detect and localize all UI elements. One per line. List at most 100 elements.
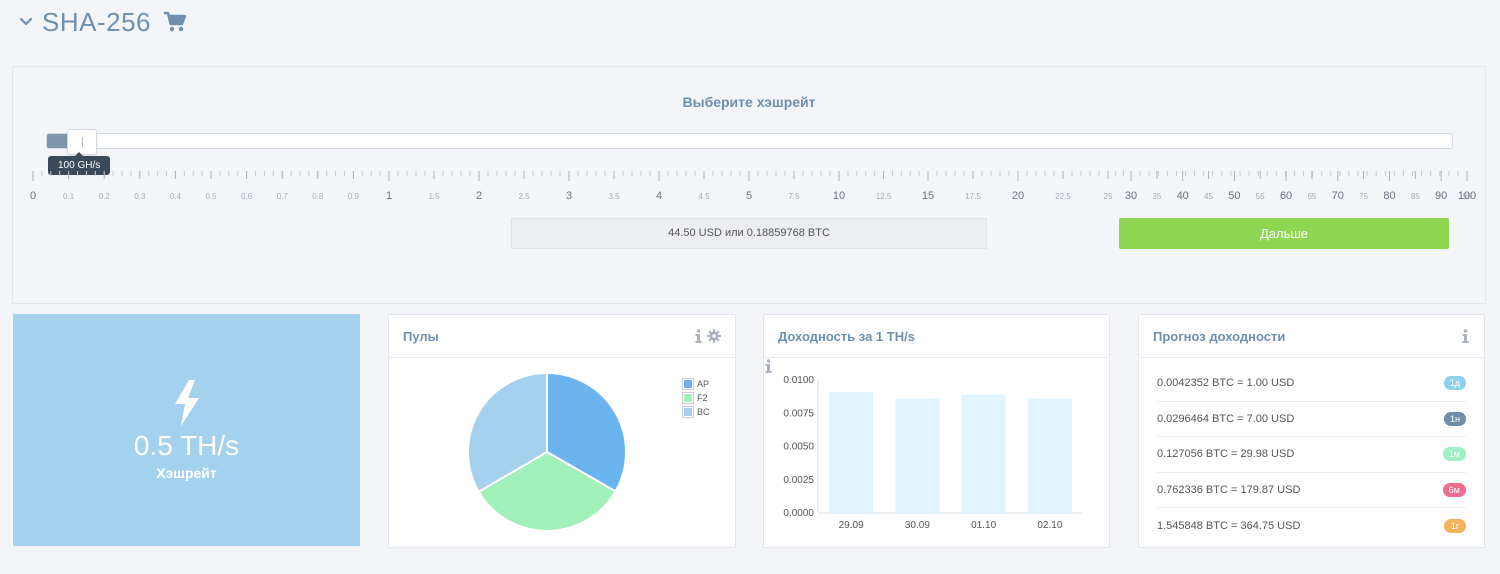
- x-tick-label: 29.09: [839, 520, 864, 531]
- hashrate-value: 0.5 TH/s: [133, 430, 240, 461]
- hashrate-scale-ticks: 0 0.1 0.2 0.3 0.4 0.5 0.6 0.7 0.8 0.9 1 1.5 2 2.5 3 3.5…: [30, 171, 1476, 202]
- forecast-text: 0.0296464 BTC = 7.00 USD: [1157, 412, 1295, 425]
- x-tick-label: 02.10: [1037, 520, 1062, 531]
- forecast-card: Прогноз доходности 0.0042352 BTC = 1.00 …: [1138, 314, 1485, 548]
- scale-label: 45: [1204, 192, 1213, 201]
- legend-swatch: [682, 378, 694, 390]
- forecast-card-title: Прогноз доходности: [1153, 328, 1286, 344]
- scale-label: 0.5: [205, 192, 217, 201]
- scale-label: 0.1: [63, 192, 75, 201]
- scale-label: 4.5: [698, 192, 710, 201]
- scale-label: 1.5: [428, 192, 440, 201]
- lightning-icon: [175, 380, 199, 426]
- legend-label: F2: [697, 393, 708, 403]
- hashrate-selector-label: Выберите хэшрейт: [682, 94, 816, 110]
- list-item: 0.0296464 BTC = 7.00 USD 1н: [1157, 402, 1466, 437]
- x-tick-label: 30.09: [905, 520, 930, 531]
- info-icon[interactable]: [1461, 329, 1470, 343]
- legend-label: BC: [697, 407, 710, 417]
- hashrate-tile: 0.5 TH/s Хэшрейт: [13, 314, 360, 546]
- page-header: SHA-256: [18, 4, 187, 40]
- scale-label: 50: [1228, 190, 1240, 202]
- hashrate-slider-track[interactable]: 100 GH/s: [46, 129, 1453, 175]
- scale-label: 0.9: [348, 192, 360, 201]
- forecast-text: 0.127056 BTC = 29.98 USD: [1157, 448, 1295, 461]
- legend-swatch: [682, 392, 694, 404]
- scale-label: 25: [1104, 192, 1113, 201]
- legend-item: AP: [682, 377, 710, 391]
- list-item: 0.762336 BTC = 179.87 USD 6м: [1157, 473, 1466, 508]
- period-badge: 1н: [1444, 411, 1466, 426]
- hashrate-selector-panel: Выберите хэшрейт 100 GH/s 0 0.1 0.2 0.3 0.4 0…: [12, 66, 1486, 304]
- hashrate-scale: 0 0.1 0.2 0.3 0.4 0.5 0.6 0.7 0.8 0.9 1 1.5 2 2.5 3 3.5…: [13, 171, 1487, 205]
- info-icon[interactable]: [694, 329, 703, 343]
- bar: [829, 391, 874, 513]
- yield-card-title: Доходность за 1 TH/s: [778, 328, 915, 344]
- scale-label: 5: [746, 190, 752, 202]
- scale-label: 0.6: [241, 192, 253, 201]
- y-tick-label: 0.0000: [783, 508, 814, 519]
- period-badge: 1м: [1442, 447, 1466, 462]
- bar: [961, 394, 1006, 513]
- period-badge: 1г: [1444, 518, 1466, 533]
- scale-label: 35: [1152, 192, 1161, 201]
- scale-label: 30: [1125, 190, 1137, 202]
- list-item: 1.545848 BTC = 364.75 USD 1г: [1157, 508, 1466, 544]
- forecast-list: 0.0042352 BTC = 1.00 USD 1д 0.0296464 BT…: [1139, 366, 1484, 544]
- scale-label: 85: [1411, 192, 1420, 201]
- chevron-down-icon[interactable]: [18, 14, 34, 30]
- bar: [1027, 398, 1072, 513]
- scale-label: 3.5: [608, 192, 620, 201]
- hashrate-label: Хэшрейт: [156, 465, 217, 481]
- forecast-text: 1.545848 BTC = 364.75 USD: [1157, 519, 1301, 532]
- scale-label: 65: [1307, 192, 1316, 201]
- legend-swatch: [682, 406, 694, 418]
- list-item: 0.127056 BTC = 29.98 USD 1м: [1157, 437, 1466, 473]
- legend-label: AP: [697, 379, 710, 389]
- yield-card: Доходность за 1 TH/s 0.0000 0.0025 0.0050 0…: [763, 314, 1110, 548]
- scale-label: 60: [1280, 190, 1292, 202]
- y-tick-label: 0.0050: [783, 442, 814, 453]
- scale-label: 1: [386, 190, 392, 202]
- forecast-text: 0.762336 BTC = 179.87 USD: [1157, 483, 1301, 496]
- scale-label: 0.7: [277, 192, 289, 201]
- page-title: SHA-256: [42, 6, 151, 37]
- scale-label: 22.5: [1055, 192, 1071, 201]
- scale-label: 0.2: [99, 192, 111, 201]
- scale-label: 12.5: [876, 192, 892, 201]
- pools-card: Пулы AP F2 BC: [388, 314, 736, 548]
- period-badge: 1д: [1443, 376, 1466, 391]
- scale-label: 2: [476, 190, 482, 202]
- scale-label: 2.5: [518, 192, 530, 201]
- x-tick-label: 01.10: [971, 520, 996, 531]
- period-badge: 6м: [1442, 482, 1466, 497]
- y-tick-label: 0.0075: [783, 408, 814, 419]
- cart-icon[interactable]: [163, 11, 187, 33]
- yield-bar-chart: 0.0000 0.0025 0.0050 0.0075 0.0100 29.09 30.09…: [783, 375, 1083, 531]
- scale-label: 100: [1458, 190, 1476, 202]
- scale-label: 75: [1359, 192, 1368, 201]
- scale-label: 80: [1383, 190, 1395, 202]
- legend-item: F2: [682, 391, 710, 405]
- next-button[interactable]: Дальше: [1119, 218, 1449, 249]
- scale-label: 7.5: [788, 192, 800, 201]
- scale-label: 55: [1256, 192, 1265, 201]
- price-display: 44.50 USD или 0.18859768 BTC: [511, 218, 987, 249]
- y-tick-label: 0.0025: [783, 475, 814, 486]
- scale-label: 70: [1332, 190, 1344, 202]
- list-item: 0.0042352 BTC = 1.00 USD 1д: [1157, 366, 1466, 402]
- scale-label: 0: [30, 190, 36, 202]
- scale-label: 0.4: [170, 192, 182, 201]
- scale-label: 3: [566, 190, 572, 202]
- legend-item: BC: [682, 405, 710, 419]
- scale-label: 40: [1177, 190, 1189, 202]
- scale-label: 10: [833, 190, 845, 202]
- scale-label: 4: [656, 190, 662, 202]
- gear-icon[interactable]: [707, 329, 721, 343]
- scale-label: 0.3: [134, 192, 146, 201]
- scale-label: 20: [1012, 190, 1024, 202]
- scale-label: 90: [1435, 190, 1447, 202]
- y-tick-label: 0.0100: [783, 375, 814, 386]
- bar: [895, 398, 940, 513]
- pools-pie-chart: [467, 372, 627, 532]
